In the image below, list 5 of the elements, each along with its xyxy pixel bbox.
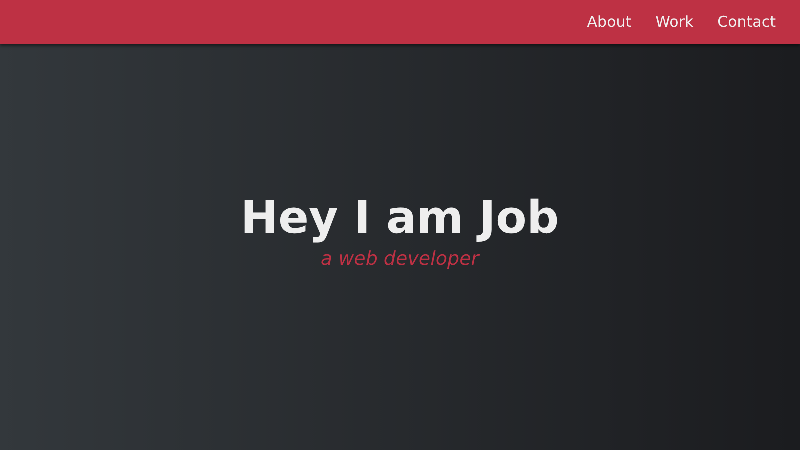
hero-subtitle: a web developer — [320, 246, 480, 272]
hero-title: Hey I am Job — [240, 190, 560, 245]
nav-link[interactable]: Work — [656, 8, 694, 36]
nav-link[interactable]: About — [587, 8, 632, 36]
nav-link[interactable]: Contact — [718, 8, 776, 36]
